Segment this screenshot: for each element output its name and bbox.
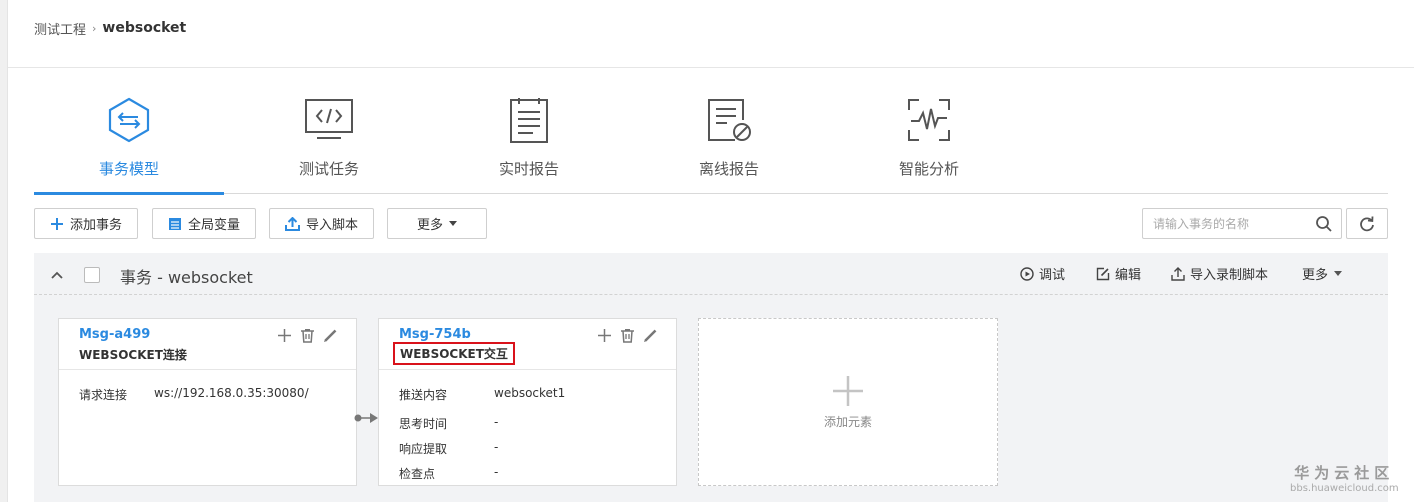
more-label: 更多 bbox=[416, 218, 443, 233]
waveform-analysis-icon bbox=[908, 99, 950, 141]
transaction-panel-header: 事务 - websocket 调试 编辑 导入录制脚本 更多 bbox=[34, 253, 1388, 295]
watermark-url: bbs.huaweicloud.com bbox=[1290, 483, 1399, 494]
upload-icon bbox=[1171, 266, 1185, 281]
main-tabs: 事务模型 测试任务 实时报告 离线报告 智能分析 bbox=[34, 86, 1388, 195]
message-name-highlighted: WEBSOCKET交互 bbox=[393, 342, 515, 365]
panel-more-label: 更多 bbox=[1302, 268, 1329, 283]
more-dropdown-button[interactable]: 更多 bbox=[387, 208, 487, 239]
caret-down-icon bbox=[449, 221, 457, 226]
tab-offline-report[interactable]: 离线报告 bbox=[634, 86, 824, 193]
field-key: 检查点 bbox=[399, 467, 436, 481]
import-script-button[interactable]: 导入脚本 bbox=[269, 208, 374, 239]
message-name: WEBSOCKET连接 bbox=[79, 348, 187, 362]
field-row: 响应提取 - bbox=[399, 440, 498, 457]
field-value: - bbox=[494, 465, 499, 479]
edit-icon bbox=[1096, 267, 1110, 280]
field-key: 思考时间 bbox=[399, 417, 448, 431]
global-variables-label: 全局变量 bbox=[187, 218, 240, 233]
plus-icon bbox=[833, 375, 863, 406]
breadcrumb: 测试工程 › websocket bbox=[34, 18, 186, 38]
field-row: 推送内容 websocket1 bbox=[399, 386, 565, 403]
breadcrumb-project[interactable]: 测试工程 bbox=[34, 19, 86, 38]
add-element-card[interactable]: 添加元素 bbox=[698, 318, 998, 486]
tab-label: 事务模型 bbox=[98, 160, 159, 178]
search-box bbox=[1142, 208, 1342, 239]
caret-down-icon bbox=[1334, 271, 1343, 276]
field-value: ws://192.168.0.35:30080/ bbox=[154, 386, 309, 400]
trash-icon[interactable] bbox=[300, 328, 315, 343]
card-connector-arrow bbox=[354, 409, 380, 428]
tab-realtime-report[interactable]: 实时报告 bbox=[434, 86, 624, 193]
edit-label: 编辑 bbox=[1115, 268, 1142, 283]
message-id[interactable]: Msg-a499 bbox=[79, 327, 150, 342]
message-card-header: Msg-a499 WEBSOCKET连接 bbox=[59, 319, 356, 370]
tab-transaction-model[interactable]: 事务模型 bbox=[34, 86, 224, 195]
add-transaction-button[interactable]: 添加事务 bbox=[34, 208, 138, 239]
message-card-header: Msg-754b WEBSOCKET交互 bbox=[379, 319, 676, 370]
panel-more-dropdown[interactable]: 更多 bbox=[1302, 264, 1343, 283]
tab-label: 离线报告 bbox=[698, 160, 759, 178]
tab-label: 测试任务 bbox=[298, 160, 359, 178]
field-row: 思考时间 - bbox=[399, 415, 498, 432]
tab-label: 实时报告 bbox=[498, 160, 559, 178]
card-tools bbox=[277, 328, 338, 343]
pencil-icon[interactable] bbox=[323, 328, 338, 343]
refresh-icon bbox=[1360, 215, 1374, 231]
select-transaction-checkbox[interactable] bbox=[84, 267, 100, 283]
tab-test-task[interactable]: 测试任务 bbox=[234, 86, 424, 193]
watermark-title: 华为云社区 bbox=[1294, 464, 1395, 482]
add-element-label: 添加元素 bbox=[823, 414, 872, 429]
code-monitor-icon bbox=[305, 99, 353, 139]
search-input[interactable] bbox=[1143, 209, 1303, 238]
transaction-panel: 事务 - websocket 调试 编辑 导入录制脚本 更多 Msg-a499 … bbox=[34, 253, 1388, 502]
field-key: 响应提取 bbox=[399, 442, 448, 456]
plus-icon[interactable] bbox=[597, 328, 612, 343]
import-record-action[interactable]: 导入录制脚本 bbox=[1171, 264, 1268, 283]
tab-label: 智能分析 bbox=[898, 160, 959, 178]
left-sidebar-edge bbox=[0, 0, 8, 502]
pencil-icon[interactable] bbox=[643, 328, 658, 343]
field-value: - bbox=[494, 415, 499, 429]
card-tools bbox=[597, 328, 658, 343]
global-variables-button[interactable]: 全局变量 bbox=[152, 208, 256, 239]
table-icon bbox=[168, 217, 182, 231]
message-card[interactable]: Msg-a499 WEBSOCKET连接 请求连接 ws://192.168.0… bbox=[58, 318, 357, 486]
active-tab-underline bbox=[34, 192, 224, 195]
transaction-title: 事务 - websocket bbox=[120, 268, 253, 287]
import-record-label: 导入录制脚本 bbox=[1190, 268, 1269, 283]
header-divider bbox=[8, 67, 1414, 68]
message-card[interactable]: Msg-754b WEBSOCKET交互 推送内容 websocket1 思考时… bbox=[378, 318, 677, 486]
offline-report-icon bbox=[708, 99, 751, 141]
refresh-button[interactable] bbox=[1346, 208, 1388, 239]
field-value: websocket1 bbox=[494, 386, 566, 400]
chevron-right-icon: › bbox=[92, 21, 97, 35]
play-circle-icon bbox=[1020, 266, 1034, 281]
field-key: 推送内容 bbox=[399, 388, 448, 402]
add-transaction-label: 添加事务 bbox=[69, 218, 122, 233]
field-row: 请求连接 ws://192.168.0.35:30080/ bbox=[79, 386, 309, 403]
chevron-up-icon[interactable] bbox=[50, 267, 64, 286]
watermark: 华为云社区 bbs.huaweicloud.com bbox=[1290, 462, 1399, 494]
debug-label: 调试 bbox=[1039, 268, 1066, 283]
plus-icon bbox=[50, 217, 64, 231]
clipboard-report-icon bbox=[510, 98, 548, 143]
breadcrumb-current: websocket bbox=[102, 20, 187, 36]
field-row: 检查点 - bbox=[399, 465, 498, 482]
message-id[interactable]: Msg-754b bbox=[399, 327, 471, 342]
debug-action[interactable]: 调试 bbox=[1020, 264, 1065, 283]
plus-icon[interactable] bbox=[277, 328, 292, 343]
field-key: 请求连接 bbox=[79, 388, 128, 402]
trash-icon[interactable] bbox=[620, 328, 635, 343]
tab-smart-analysis[interactable]: 智能分析 bbox=[834, 86, 1024, 193]
field-value: - bbox=[494, 440, 499, 454]
import-script-label: 导入脚本 bbox=[305, 218, 358, 233]
edit-action[interactable]: 编辑 bbox=[1096, 264, 1141, 283]
transaction-model-icon bbox=[108, 97, 150, 143]
search-icon[interactable] bbox=[1315, 215, 1333, 237]
upload-icon bbox=[284, 216, 300, 231]
